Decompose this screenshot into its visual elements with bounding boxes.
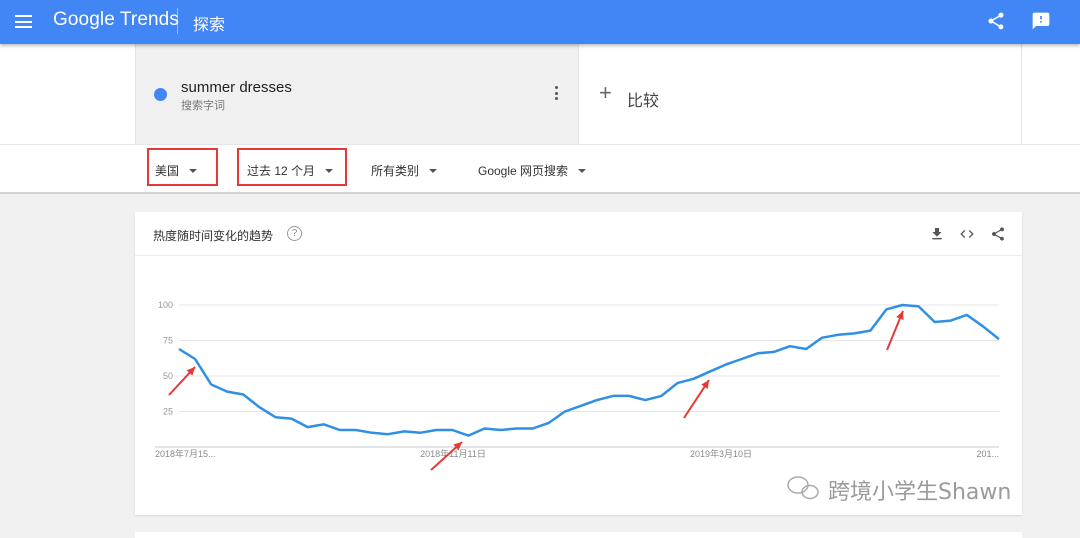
x-tick-label: 2018年7月15... (155, 448, 216, 459)
search-term-card[interactable]: summer dresses 搜索字词 (135, 44, 578, 144)
chevron-down-icon (429, 168, 438, 173)
highlight-box-time-range (237, 148, 347, 186)
interest-over-time-card: 热度随时间变化的趋势 ? 25 50 75 100 2018年7月15... 2018年1… (135, 212, 1022, 515)
trend-line-chart: 2550751002018年7月15... 2018年11月11日 2019年3月1… (155, 300, 1011, 505)
chevron-down-icon (578, 168, 587, 173)
top-app-bar: Google Trends 探索 (0, 0, 1080, 44)
wechat-icon (787, 476, 809, 494)
category-dropdown[interactable]: 所有类别 (371, 162, 438, 179)
next-card (135, 532, 1022, 538)
search-term-type: 搜索字词 (181, 100, 225, 112)
filter-bar: 美国 过去 12 个月 所有类别 Google 网页搜索 (0, 144, 1080, 194)
feedback-icon[interactable] (1031, 11, 1051, 31)
compare-card[interactable]: + 比较 (578, 44, 1022, 144)
compare-label: 比较 (627, 93, 660, 110)
search-type-dropdown-label: Google 网页搜索 (478, 164, 569, 178)
page-title: 探索 (193, 17, 226, 34)
x-tick-label: 201... (976, 449, 999, 459)
google-trends-logo[interactable]: Google Trends (53, 9, 179, 31)
y-tick-label: 50 (163, 371, 173, 381)
wechat-watermark: 跨境小学生Shawn (787, 476, 1011, 505)
more-vert-icon[interactable] (555, 86, 559, 102)
term-color-dot (154, 88, 167, 101)
y-tick-label: 100 (158, 300, 173, 310)
header-divider (177, 8, 178, 34)
category-dropdown-label: 所有类别 (371, 164, 420, 178)
add-icon: + (599, 80, 612, 105)
x-tick-label: 2019年3月10日 (690, 448, 752, 459)
series-line (178, 303, 1000, 437)
watermark-text: 跨境小学生Shawn (828, 480, 1011, 505)
y-tick-label: 75 (163, 336, 173, 346)
search-type-dropdown[interactable]: Google 网页搜索 (478, 162, 587, 179)
share-icon[interactable] (986, 11, 1006, 31)
highlight-box-region (147, 148, 218, 186)
search-term-name: summer dresses (181, 79, 292, 96)
menu-icon[interactable] (15, 15, 32, 28)
y-tick-label: 25 (163, 407, 173, 417)
